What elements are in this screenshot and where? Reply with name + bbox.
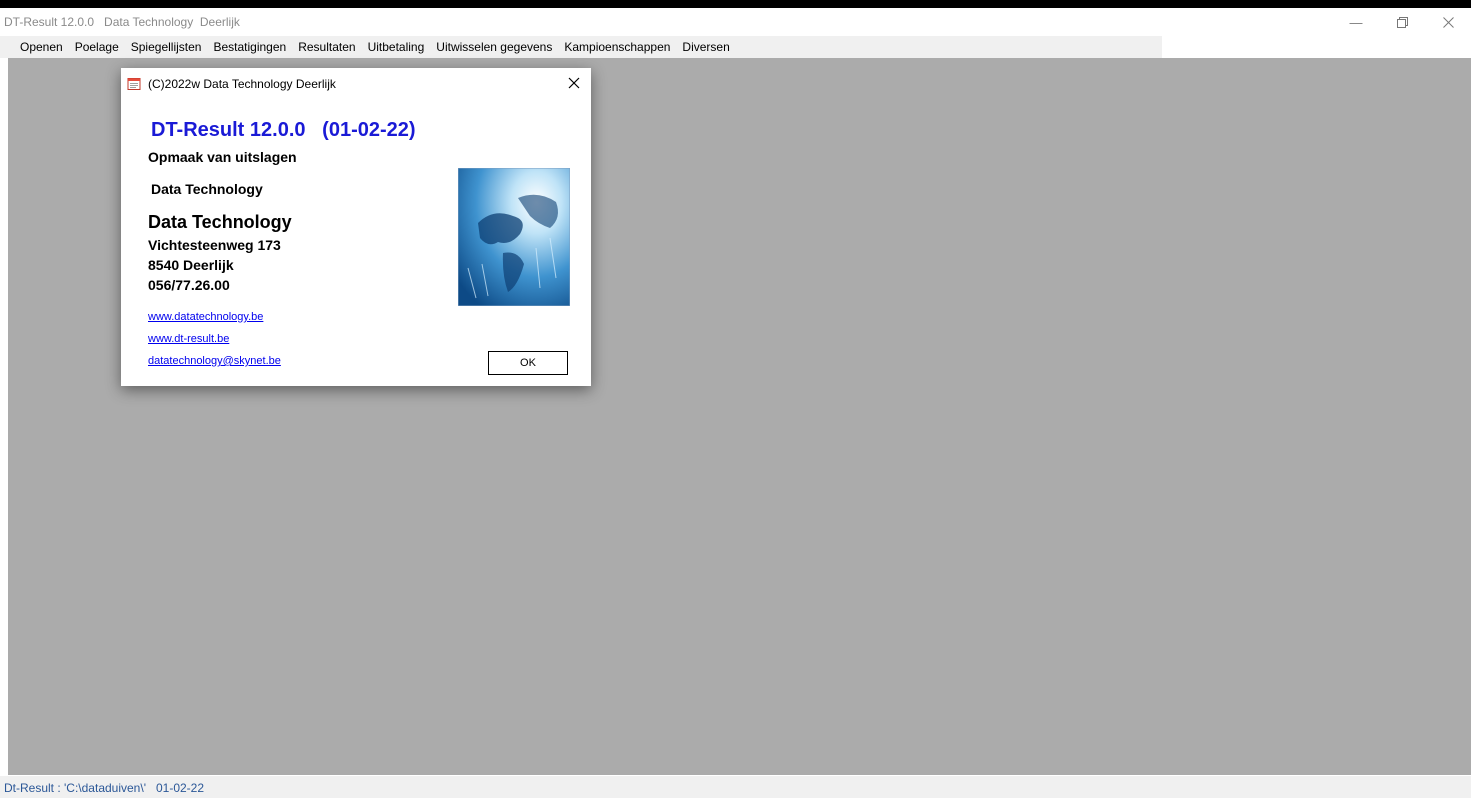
email-link[interactable]: datatechnology@skynet.be <box>148 355 281 367</box>
minimize-button[interactable]: — <box>1333 8 1379 36</box>
menu-kampioenschappen[interactable]: Kampioenschappen <box>558 36 676 58</box>
title-bar[interactable]: DT-Result 12.0.0 Data Technology Deerlij… <box>0 8 1471 36</box>
product-subtitle: Opmaak van uitslagen <box>148 149 297 165</box>
window-title: DT-Result 12.0.0 Data Technology Deerlij… <box>4 15 240 29</box>
main-window: DT-Result 12.0.0 Data Technology Deerlij… <box>0 8 1471 798</box>
company-name: Data Technology <box>148 212 292 232</box>
window-close-button[interactable] <box>1425 8 1471 36</box>
menu-poelage[interactable]: Poelage <box>69 36 125 58</box>
menu-diversen[interactable]: Diversen <box>676 36 735 58</box>
menu-bestatigingen[interactable]: Bestatigingen <box>207 36 292 58</box>
menu-bar: Openen Poelage Spiegellijsten Bestatigin… <box>0 36 1471 58</box>
menu-openen[interactable]: Openen <box>14 36 69 58</box>
menu-resultaten[interactable]: Resultaten <box>292 36 361 58</box>
restore-icon <box>1396 16 1408 28</box>
address-street: Vichtesteenweg 173 <box>148 237 281 253</box>
dialog-close-button[interactable] <box>561 70 587 96</box>
status-bar: Dt-Result : 'C:\dataduiven\' 01-02-22 <box>0 776 1471 798</box>
restore-button[interactable] <box>1379 8 1425 36</box>
about-dialog: (C)2022w Data Technology Deerlijk DT-Res… <box>121 68 591 386</box>
company-label: Data Technology <box>151 181 263 197</box>
menu-uitbetaling[interactable]: Uitbetaling <box>362 36 431 58</box>
address-city: 8540 Deerlijk <box>148 257 234 273</box>
product-title: DT-Result 12.0.0 (01-02-22) <box>151 119 416 141</box>
dialog-title: (C)2022w Data Technology Deerlijk <box>148 77 336 91</box>
ok-button[interactable]: OK <box>488 351 568 375</box>
close-icon <box>568 77 580 89</box>
dt-result-link[interactable]: www.dt-result.be <box>148 333 229 345</box>
menu-spiegellijsten[interactable]: Spiegellijsten <box>125 36 208 58</box>
close-icon <box>1442 16 1454 28</box>
minimize-icon: — <box>1349 14 1363 30</box>
phone-number: 056/77.26.00 <box>148 277 230 293</box>
globe-image <box>458 168 570 306</box>
notepad-icon <box>127 78 141 90</box>
status-text: Dt-Result : 'C:\dataduiven\' 01-02-22 <box>4 781 205 795</box>
website-link[interactable]: www.datatechnology.be <box>148 311 263 323</box>
menu-uitwisselen-gegevens[interactable]: Uitwisselen gegevens <box>430 36 558 58</box>
menu-strip: Openen Poelage Spiegellijsten Bestatigin… <box>0 36 1162 58</box>
